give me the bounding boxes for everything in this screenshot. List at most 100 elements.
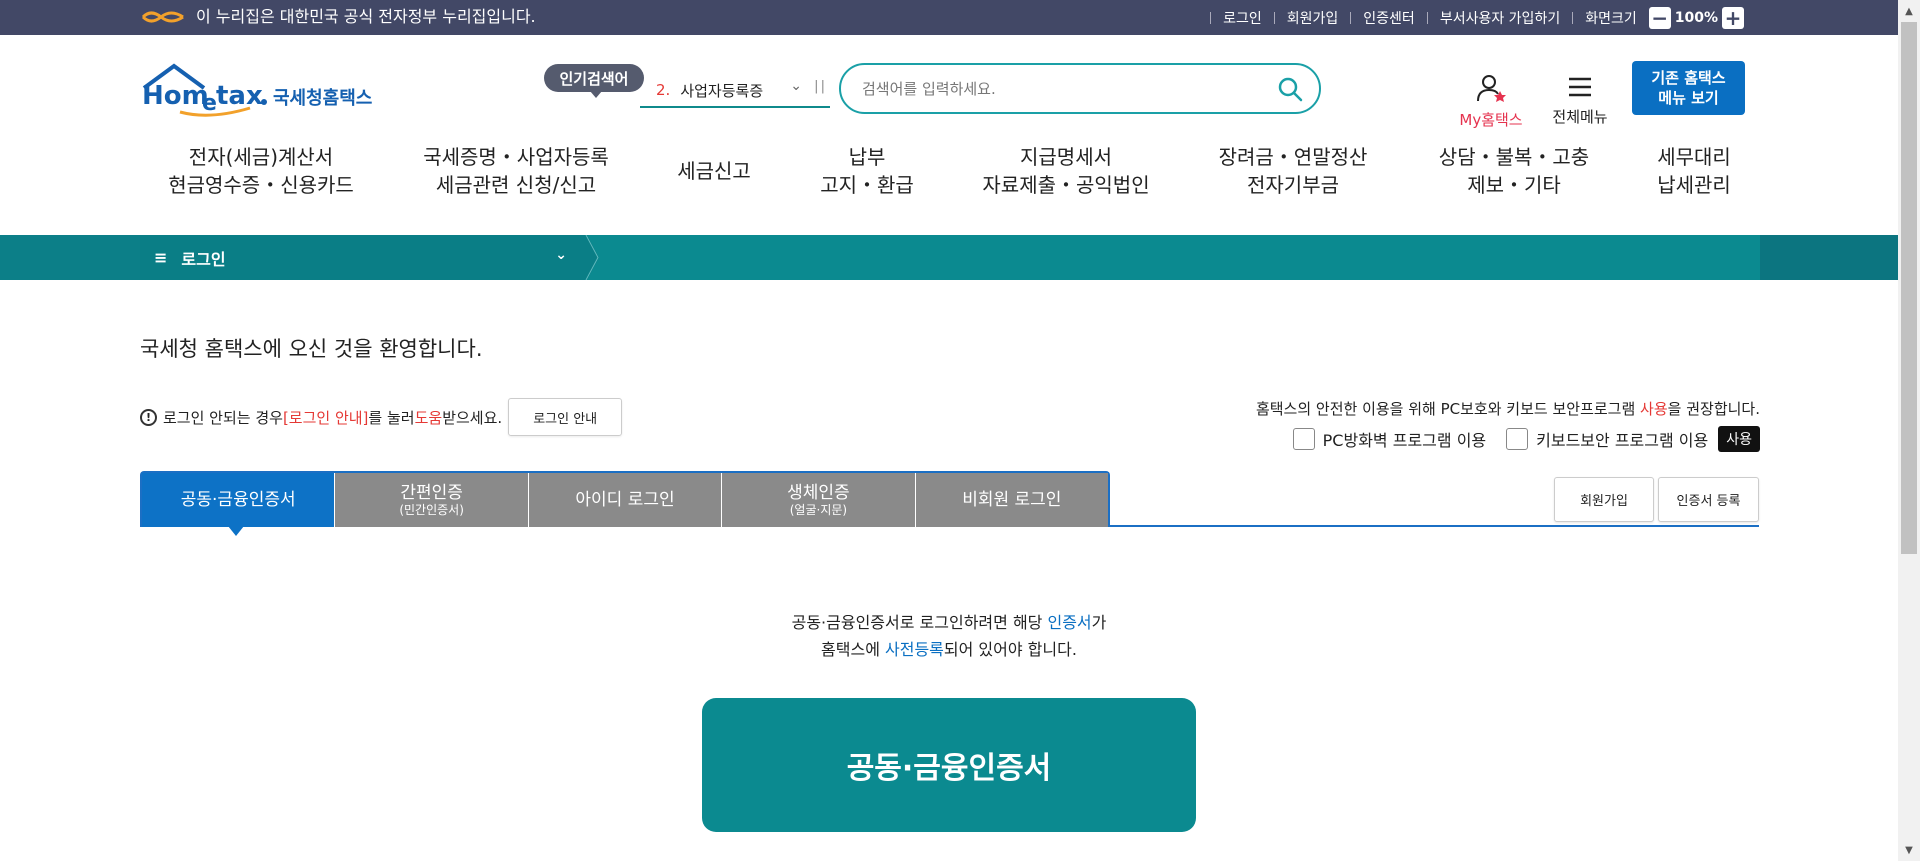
- tab-label: 아이디 로그인: [575, 490, 675, 510]
- egov-logo-icon: [141, 11, 184, 23]
- gnb-item-tax-report[interactable]: 세금신고: [677, 157, 751, 185]
- gnb-item-line2: 납세관리: [1657, 173, 1731, 197]
- popular-search-badge: 인기검색어: [544, 64, 644, 98]
- pause-icon[interactable]: | |: [814, 79, 825, 94]
- my-hometax-label: My홈택스: [1459, 111, 1523, 129]
- search-icon[interactable]: [1277, 76, 1303, 102]
- util-signup-link[interactable]: 회원가입: [1287, 8, 1339, 28]
- gnb-item-line2: 세금관련 신청/신고: [435, 173, 597, 197]
- signup-button[interactable]: 회원가입: [1554, 477, 1654, 522]
- util-login-link[interactable]: 로그인: [1223, 8, 1262, 28]
- zoom-level: 100%: [1674, 9, 1718, 26]
- location-bar: ≡ 로그인 ⌄: [0, 235, 1898, 280]
- gnb-item-line1: 세금신고: [677, 159, 751, 183]
- gnb-item-line2: 자료제출・공익법인: [982, 173, 1150, 197]
- use-button[interactable]: 사용: [1718, 426, 1760, 452]
- gnb-item-line2: 고지・환급: [820, 173, 914, 197]
- cert-text: 홈택스에: [821, 640, 886, 659]
- gnb-item-line1: 세무대리: [1657, 145, 1731, 169]
- main-navigation: 전자(세금)계산서 현금영수증・신용카드 국세증명・사업자등록 세금관련 신청/…: [140, 143, 1740, 201]
- welcome-heading: 국세청 홈택스에 오신 것을 환영합니다.: [140, 337, 483, 361]
- breadcrumb-arrow-icon: [585, 235, 599, 280]
- gnb-item-line1: 전자(세금)계산서: [188, 145, 334, 169]
- gov-banner: 이 누리집은 대한민국 공식 전자정부 누리집입니다. 로그인 회원가입 인증센…: [0, 0, 1898, 35]
- tab-sublabel: (얼굴·지문): [789, 503, 848, 517]
- tab-label: 생체인증: [787, 483, 850, 503]
- register-cert-button[interactable]: 인증서 등록: [1658, 477, 1759, 522]
- svg-text:Hom: Hom: [142, 81, 209, 111]
- scroll-up-icon[interactable]: ▲: [1898, 2, 1920, 20]
- gnb-item-tax-agent[interactable]: 세무대리 납세관리: [1657, 143, 1731, 199]
- location-dropdown[interactable]: ≡ 로그인 ⌄: [140, 235, 585, 280]
- tab-guest-login[interactable]: 비회원 로그인: [915, 473, 1109, 527]
- divider: [1273, 11, 1275, 24]
- cert-description-line2: 홈택스에 사전등록되어 있어야 합니다.: [0, 636, 1898, 664]
- tab-label: 공동·금융인증서: [180, 490, 296, 510]
- gnb-item-consult[interactable]: 상담・불복・고충 제보・기타: [1439, 143, 1589, 199]
- tab-label: 간편인증: [400, 483, 463, 503]
- scrollbar-thumb[interactable]: [1901, 22, 1917, 554]
- hometax-logo[interactable]: Hom e tax 국세청홈택스: [140, 62, 390, 120]
- chevron-down-icon[interactable]: ⌄: [790, 78, 802, 94]
- active-tab-pointer: [228, 526, 244, 536]
- divider: [1572, 11, 1574, 24]
- joint-cert-login-button[interactable]: 공동·금융인증서: [702, 698, 1196, 832]
- gnb-item-certificates[interactable]: 국세증명・사업자등록 세금관련 신청/신고: [423, 143, 609, 199]
- scroll-down-icon[interactable]: ▼: [1898, 841, 1920, 859]
- tab-biometric[interactable]: 생체인증 (얼굴·지문): [722, 473, 915, 527]
- zoom-in-button[interactable]: +: [1722, 6, 1744, 29]
- screen-size-label: 화면크기: [1585, 10, 1637, 27]
- tab-joint-cert[interactable]: 공동·금융인증서: [142, 473, 335, 527]
- security-prefix: 홈택스의 안전한 이용을 위해 PC보호와 키보드 보안프로그램: [1255, 400, 1641, 418]
- search-input[interactable]: 검색어를 입력하세요.: [862, 78, 1277, 99]
- user-icon: [1477, 75, 1506, 102]
- help-prefix: 로그인 안되는 경우: [163, 408, 283, 427]
- login-help: ! 로그인 안되는 경우 [로그인 안내] 를 눌러 도움 받으세요. 로그인 …: [140, 398, 623, 436]
- divider: [1426, 11, 1428, 24]
- gnb-item-line2: 제보・기타: [1467, 173, 1561, 197]
- hometax-logo-icon: Hom e tax: [142, 63, 267, 117]
- divider: [1350, 11, 1352, 24]
- gnb-item-line1: 지급명세서: [1019, 145, 1112, 169]
- util-dept-user-link[interactable]: 부서사용자 가입하기: [1440, 8, 1560, 28]
- page-scrollbar[interactable]: ▲ ▼: [1898, 0, 1920, 861]
- old-menu-button[interactable]: 기존 홈택스 메뉴 보기: [1632, 61, 1745, 115]
- my-hometax-button[interactable]: My홈택스: [1456, 73, 1526, 130]
- gnb-item-line2: 전자기부금: [1247, 173, 1339, 197]
- old-menu-line2: 메뉴 보기: [1658, 89, 1719, 107]
- divider: [1210, 11, 1212, 24]
- gnb-item-payment-statement[interactable]: 지급명세서 자료제출・공익법인: [982, 143, 1149, 199]
- gnb-item-einvoice[interactable]: 전자(세금)계산서 현금영수증・신용카드: [168, 143, 354, 199]
- login-guide-button[interactable]: 로그인 안내: [508, 398, 623, 436]
- gnb-item-payment[interactable]: 납부 고지・환급: [820, 143, 914, 199]
- gnb-item-incentive[interactable]: 장려금・연말정산 전자기부금: [1219, 143, 1368, 199]
- tab-label: 비회원 로그인: [962, 490, 1062, 510]
- gov-notice: 이 누리집은 대한민국 공식 전자정부 누리집입니다.: [196, 7, 536, 26]
- old-menu-line1: 기존 홈택스: [1651, 69, 1726, 87]
- zoom-out-button[interactable]: −: [1648, 6, 1671, 29]
- all-menu-button[interactable]: 전체메뉴: [1550, 74, 1610, 127]
- popular-term[interactable]: 사업자등록증: [680, 80, 763, 101]
- tab-underline: [1108, 525, 1759, 527]
- search-box[interactable]: 검색어를 입력하세요.: [839, 63, 1321, 114]
- chevron-down-icon: ⌄: [555, 247, 567, 263]
- security-red: 사용: [1640, 400, 1668, 418]
- logo-text: 국세청홈택스: [273, 88, 373, 109]
- security-options: PC방화벽 프로그램 이용 키보드보안 프로그램 이용 사용: [1292, 426, 1760, 452]
- cert-text: 되어 있어야 합니다.: [943, 640, 1077, 659]
- popular-search-ticker[interactable]: 2. 사업자등록증 ⌄ | |: [640, 74, 830, 108]
- cert-text-blue: 인증서: [1047, 613, 1092, 632]
- location-bar-edge: [1760, 235, 1898, 280]
- svg-text:tax: tax: [216, 81, 263, 111]
- location-current: 로그인: [181, 249, 226, 269]
- keyboard-security-label: 키보드보안 프로그램 이용: [1536, 431, 1709, 450]
- gnb-item-line1: 국세증명・사업자등록: [423, 145, 609, 169]
- tab-simple-auth[interactable]: 간편인증 (민간인증서): [335, 473, 528, 527]
- gnb-item-line1: 장려금・연말정산: [1218, 145, 1368, 169]
- gnb-item-line1: 상담・불복・고충: [1438, 145, 1590, 169]
- pc-firewall-checkbox[interactable]: [1292, 428, 1315, 450]
- util-cert-center-link[interactable]: 인증센터: [1363, 8, 1415, 28]
- security-suffix: 을 권장합니다.: [1667, 400, 1760, 418]
- tab-id-login[interactable]: 아이디 로그인: [528, 473, 722, 527]
- keyboard-security-checkbox[interactable]: [1506, 428, 1529, 450]
